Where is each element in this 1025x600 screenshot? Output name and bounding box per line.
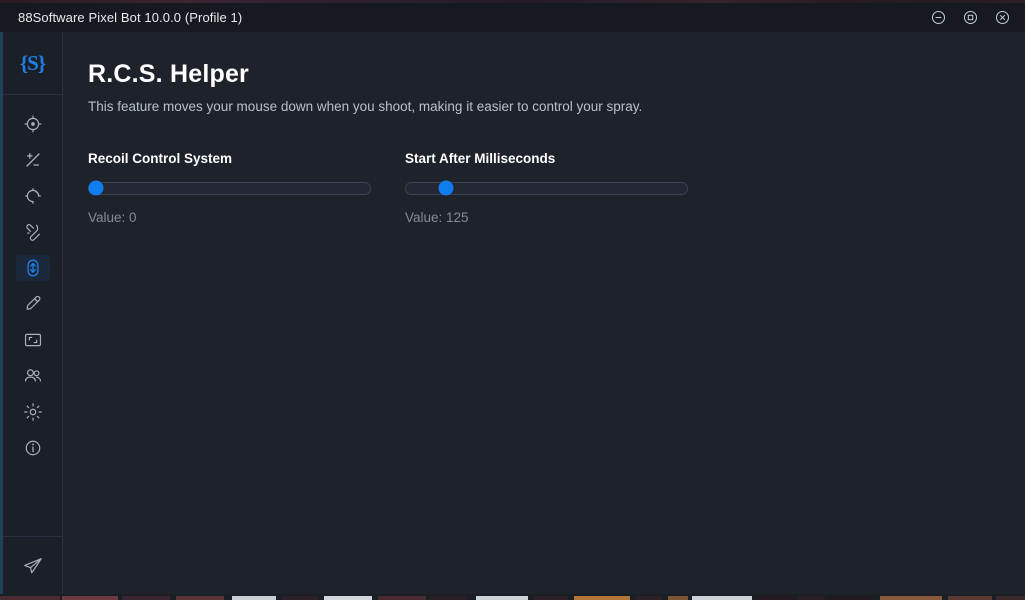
slider-track[interactable] bbox=[405, 180, 688, 196]
slider-group-recoil-control-system: Recoil Control System Value: 0 bbox=[88, 151, 371, 225]
sidebar-item-info[interactable] bbox=[16, 435, 50, 461]
slider-value-text: Value: 125 bbox=[405, 210, 469, 225]
slider-track[interactable] bbox=[88, 180, 371, 196]
recoil-mouse-icon bbox=[26, 259, 39, 277]
aim-circle-icon bbox=[24, 188, 41, 204]
screen-capture-icon bbox=[24, 333, 41, 347]
sidebar-item-rcs-helper[interactable] bbox=[15, 255, 50, 281]
slider-label: Recoil Control System bbox=[88, 151, 233, 166]
eyedropper-icon bbox=[26, 295, 40, 310]
minimize-icon bbox=[931, 11, 945, 24]
page-subtitle: This feature moves your mouse down when … bbox=[88, 99, 643, 114]
sidebar-item-aim-assist[interactable] bbox=[16, 183, 50, 209]
sidebar-footer bbox=[3, 536, 62, 594]
main-content: R.C.S. Helper This feature moves your mo… bbox=[64, 32, 1025, 594]
sidebar: {S} bbox=[3, 32, 63, 594]
sidebar-item-telegram[interactable] bbox=[16, 553, 50, 579]
sidebar-item-screen-capture[interactable] bbox=[16, 327, 50, 353]
target-crosshair-icon bbox=[24, 115, 41, 133]
plus-minus-icon bbox=[25, 153, 40, 167]
sidebar-item-settings[interactable] bbox=[16, 399, 50, 425]
close-icon bbox=[995, 11, 1009, 24]
maximize-button[interactable] bbox=[959, 7, 981, 29]
page-title: R.C.S. Helper bbox=[88, 60, 249, 88]
sidebar-item-color-picker[interactable] bbox=[16, 291, 50, 317]
sidebar-item-users[interactable] bbox=[16, 363, 50, 389]
sidebar-item-aimbot[interactable] bbox=[16, 111, 50, 137]
app-logo[interactable]: {S} bbox=[3, 32, 62, 95]
magnet-icon bbox=[25, 224, 40, 241]
slider-start-after-milliseconds[interactable] bbox=[405, 180, 688, 196]
sidebar-nav bbox=[3, 95, 62, 461]
paper-plane-icon bbox=[23, 557, 42, 573]
window-controls-group bbox=[927, 7, 1025, 29]
users-icon bbox=[24, 369, 41, 382]
sidebar-item-magnet[interactable] bbox=[16, 219, 50, 245]
slider-group-start-after-milliseconds: Start After Milliseconds Value: 125 bbox=[405, 151, 688, 225]
slider-value-text: Value: 0 bbox=[88, 210, 137, 225]
slider-recoil-control-system[interactable] bbox=[88, 180, 371, 196]
slider-thumb[interactable] bbox=[438, 180, 454, 196]
window-title: 88Software Pixel Bot 10.0.0 (Profile 1) bbox=[18, 10, 243, 25]
sidebar-item-adjustments[interactable] bbox=[16, 147, 50, 173]
info-icon bbox=[25, 440, 40, 456]
slider-thumb[interactable] bbox=[88, 180, 104, 196]
braces-s-logo-icon: {S} bbox=[19, 50, 46, 75]
gear-icon bbox=[23, 403, 42, 421]
sliders-row: Recoil Control System Value: 0 Start Aft… bbox=[88, 151, 1025, 225]
slider-label: Start After Milliseconds bbox=[405, 151, 556, 166]
taskbar-thumbnails bbox=[0, 596, 1025, 600]
application-window: 88Software Pixel Bot 10.0.0 (Profile 1) bbox=[0, 0, 1025, 600]
title-bar[interactable]: 88Software Pixel Bot 10.0.0 (Profile 1) bbox=[0, 3, 1025, 32]
close-button[interactable] bbox=[991, 7, 1013, 29]
maximize-icon bbox=[963, 11, 977, 24]
minimize-button[interactable] bbox=[927, 7, 949, 29]
